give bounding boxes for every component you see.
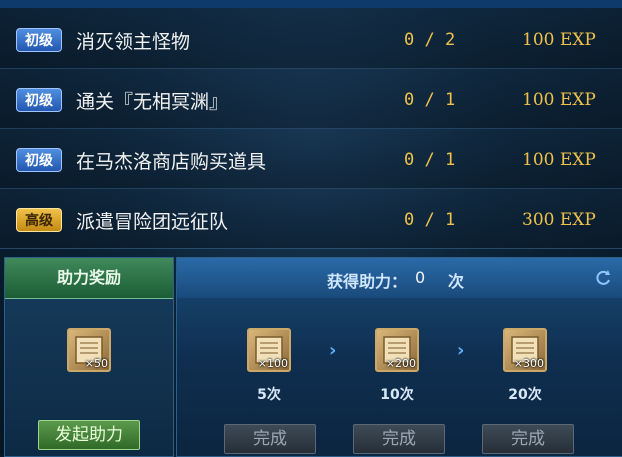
refresh-icon[interactable] <box>593 268 613 288</box>
task-name: 在马杰洛商店购买道具 <box>76 151 267 173</box>
level-badge: 初级 <box>16 88 62 112</box>
task-progress: 0 / 1 <box>404 150 456 170</box>
task-reward: 100 EXP <box>522 150 596 170</box>
complete-button[interactable]: 完成 <box>224 424 316 454</box>
assist-count-unit: 次 <box>448 272 465 291</box>
level-badge: 初级 <box>16 28 62 52</box>
chevron-right-icon: › <box>329 340 337 361</box>
top-strip <box>0 0 622 8</box>
level-badge: 初级 <box>16 148 62 172</box>
task-progress: 0 / 1 <box>404 90 456 110</box>
task-reward: 300 EXP <box>522 210 596 230</box>
complete-button[interactable]: 完成 <box>353 424 445 454</box>
milestone-label: 20次 <box>508 387 542 403</box>
milestone-label: 10次 <box>380 387 414 403</box>
task-reward: 100 EXP <box>522 90 596 110</box>
task-row: 初级 通关『无相冥渊』 0 / 1 100 EXP <box>0 68 622 129</box>
book-icon[interactable]: ×100 <box>247 328 291 372</box>
milestone-quantity: ×200 <box>385 357 416 370</box>
milestone-quantity: ×100 <box>257 357 288 370</box>
start-assist-button[interactable]: 发起助力 <box>38 420 140 450</box>
task-row: 初级 消灭领主怪物 0 / 2 100 EXP <box>0 8 622 69</box>
task-row: 初级 在马杰洛商店购买道具 0 / 1 100 EXP <box>0 128 622 189</box>
reward-quantity: ×50 <box>84 357 108 370</box>
milestone-label: 5次 <box>257 387 281 403</box>
assist-count-value: 0 <box>415 268 426 287</box>
complete-button[interactable]: 完成 <box>482 424 574 454</box>
book-icon[interactable]: ×300 <box>503 328 547 372</box>
assist-progress-header: 获得助力： 0 次 <box>177 258 622 298</box>
task-name: 派遣冒险团远征队 <box>76 211 229 233</box>
book-icon[interactable]: ×200 <box>375 328 419 372</box>
task-progress: 0 / 2 <box>404 30 456 50</box>
task-name: 消灭领主怪物 <box>76 31 191 53</box>
task-row: 高级 派遣冒险团远征队 0 / 1 300 EXP <box>0 188 622 249</box>
level-badge: 高级 <box>16 208 62 232</box>
book-icon[interactable]: ×50 <box>67 328 111 372</box>
chevron-right-icon: › <box>457 340 465 361</box>
task-reward: 100 EXP <box>522 30 596 50</box>
task-progress: 0 / 1 <box>404 210 456 230</box>
task-name: 通关『无相冥渊』 <box>76 91 229 113</box>
assist-reward-title[interactable]: 助力奖励 <box>5 258 173 299</box>
task-list: 初级 消灭领主怪物 0 / 2 100 EXP 初级 通关『无相冥渊』 0 / … <box>0 8 622 253</box>
assist-count-label: 获得助力： <box>327 272 408 291</box>
milestone-quantity: ×300 <box>513 357 544 370</box>
